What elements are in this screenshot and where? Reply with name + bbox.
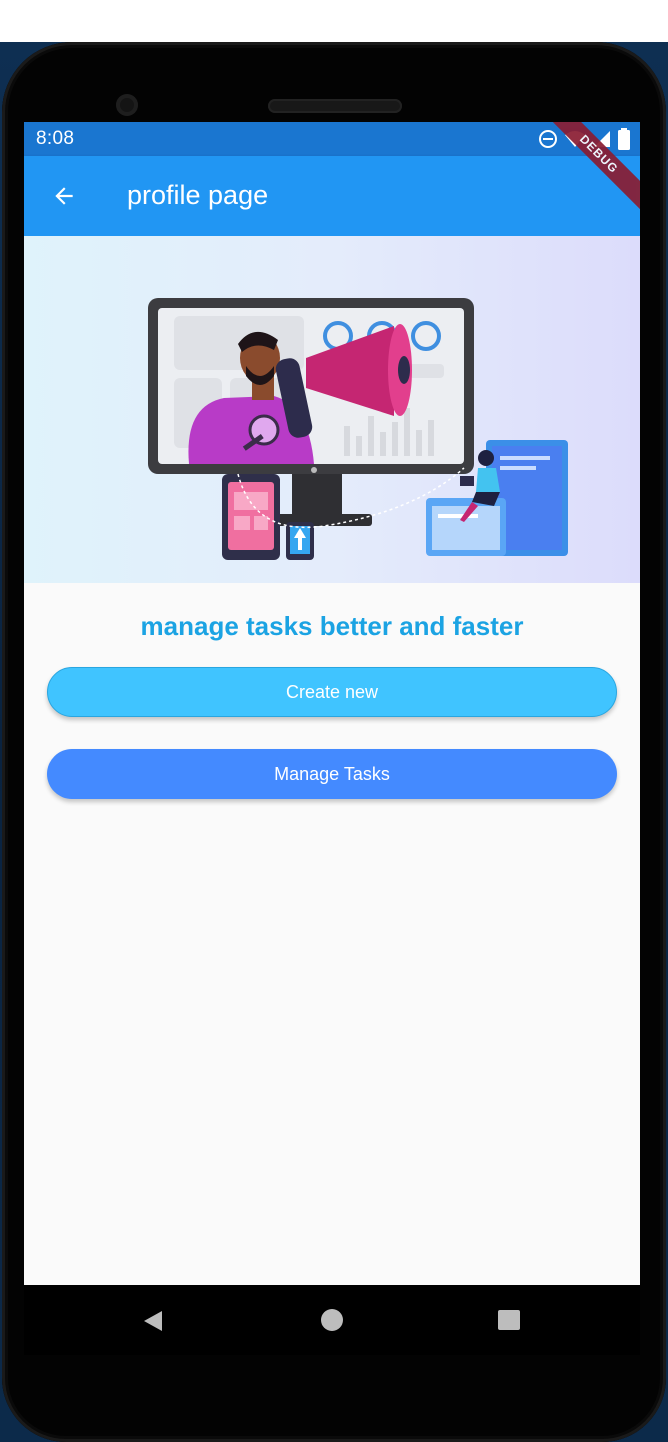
front-camera [116,94,138,116]
tagline: manage tasks better and faster [140,611,524,641]
status-bar: 8:08 [24,122,640,156]
create-new-button[interactable]: Create new [47,667,617,717]
phone-screen: 8:08 DEBUG profile page manage tasks bet… [24,122,640,1354]
megaphone-marketing-illustration [148,298,568,560]
nav-back-icon[interactable] [142,1310,164,1332]
manage-tasks-button[interactable]: Manage Tasks [47,749,617,799]
battery-icon [618,128,630,150]
hero-banner [24,236,640,583]
app-bar: profile page [24,156,640,236]
status-time: 8:08 [36,128,75,149]
page-title: profile page [127,180,269,210]
nav-recents-icon[interactable] [498,1310,520,1330]
back-button[interactable] [42,174,86,218]
earpiece-speaker [268,99,402,113]
arrow-back-icon [55,187,73,205]
nav-home-icon[interactable] [321,1309,343,1331]
do-not-disturb-icon [539,130,557,148]
system-nav-bar [24,1285,640,1355]
